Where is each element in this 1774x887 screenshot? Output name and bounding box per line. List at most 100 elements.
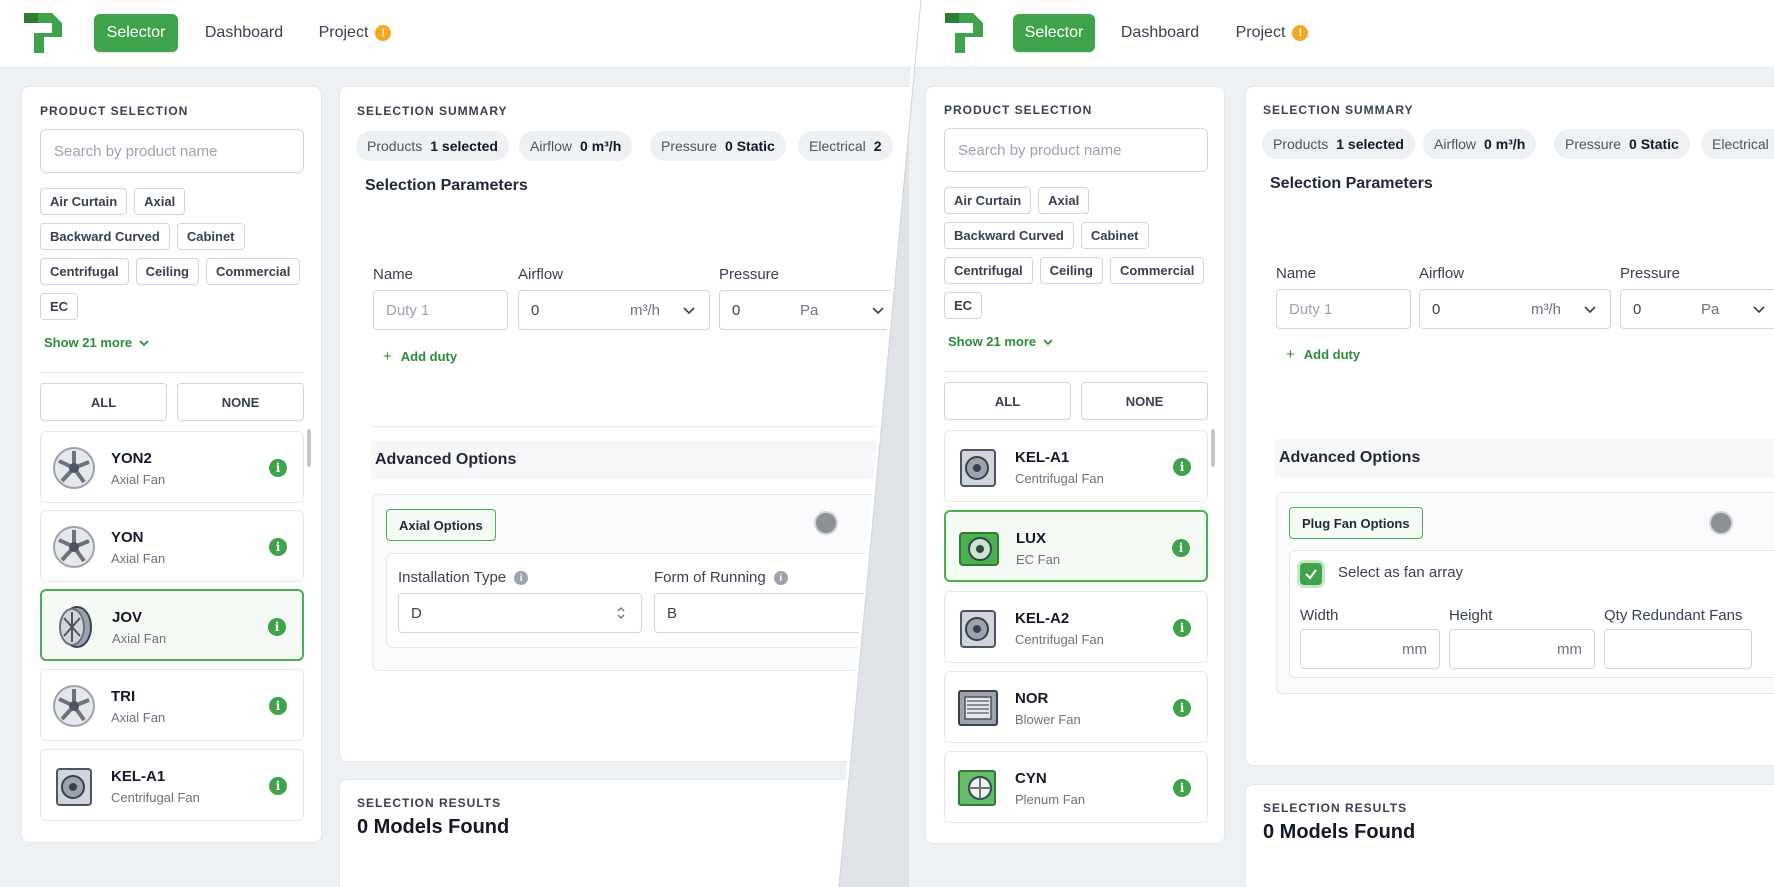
pressure-unit-select[interactable]: Pa bbox=[1701, 301, 1719, 318]
nav-project-link[interactable]: Project ! bbox=[1227, 14, 1317, 52]
plug-fan-options-tag[interactable]: Plug Fan Options bbox=[1289, 507, 1423, 539]
info-icon[interactable]: i bbox=[269, 538, 287, 556]
plug-fan-options-box: Plug Fan Options Select as fan array Wid… bbox=[1276, 492, 1774, 694]
product-list-scrollbar[interactable] bbox=[1211, 429, 1215, 467]
chip-cabinet[interactable]: Cabinet bbox=[176, 223, 245, 250]
duty-name-placeholder: Duty 1 bbox=[1289, 300, 1333, 318]
add-duty-button[interactable]: + Add duty bbox=[383, 348, 457, 365]
product-card-kel-a1[interactable]: KEL-A1 Centrifugal Fan i bbox=[40, 749, 304, 821]
pill-value: 1 selected bbox=[430, 138, 498, 154]
models-found-count: 0 Models Found bbox=[357, 816, 510, 838]
axial-fan-icon bbox=[53, 447, 95, 489]
chip-cabinet[interactable]: Cabinet bbox=[1080, 222, 1149, 249]
height-input[interactable]: mm bbox=[1449, 629, 1595, 669]
checkmark-icon bbox=[1305, 569, 1317, 580]
product-card-jov[interactable]: JOV Axial Fan i bbox=[40, 589, 304, 661]
selection-summary-title: SELECTION SUMMARY bbox=[357, 104, 508, 118]
pressure-input[interactable]: 0 Pa bbox=[719, 290, 899, 330]
product-card-yon[interactable]: YON Axial Fan i bbox=[40, 510, 304, 582]
options-toggle[interactable] bbox=[1709, 511, 1733, 535]
product-card-yon2[interactable]: YON2 Axial Fan i bbox=[40, 431, 304, 503]
pressure-unit-select[interactable]: Pa bbox=[800, 302, 818, 319]
product-name: YON2 bbox=[111, 450, 152, 467]
chip-air-curtain[interactable]: Air Curtain bbox=[944, 187, 1032, 214]
info-icon[interactable]: i bbox=[1173, 619, 1191, 637]
chip-backward-curved[interactable]: Backward Curved bbox=[944, 222, 1074, 249]
duty-name-input[interactable]: Duty 1 bbox=[1276, 289, 1411, 329]
show-more-link[interactable]: Show 21 more bbox=[948, 334, 1054, 349]
divider bbox=[40, 372, 304, 373]
select-all-button[interactable]: ALL bbox=[40, 383, 167, 421]
info-icon[interactable]: i bbox=[269, 459, 287, 477]
chip-centrifugal[interactable]: Centrifugal bbox=[40, 258, 129, 285]
nav-selector-button[interactable]: Selector bbox=[94, 14, 178, 52]
chip-ec[interactable]: EC bbox=[944, 292, 983, 319]
add-duty-button[interactable]: + Add duty bbox=[1286, 346, 1360, 363]
product-card-lux[interactable]: LUX EC Fan i bbox=[944, 510, 1208, 582]
width-input[interactable]: mm bbox=[1300, 629, 1440, 669]
duty-name-input[interactable]: Duty 1 bbox=[373, 290, 508, 330]
airflow-unit-select[interactable]: m³/h bbox=[1531, 301, 1561, 318]
help-icon[interactable]: i bbox=[773, 571, 788, 586]
info-icon[interactable]: i bbox=[1173, 458, 1191, 476]
product-card-kel-a1[interactable]: KEL-A1 Centrifugal Fan i bbox=[944, 430, 1208, 502]
options-toggle[interactable] bbox=[814, 511, 838, 535]
info-icon[interactable]: i bbox=[1173, 699, 1191, 717]
info-icon[interactable]: i bbox=[269, 697, 287, 715]
airflow-input[interactable]: 0 m³/h bbox=[518, 290, 710, 330]
qty-redundant-fans-input[interactable] bbox=[1604, 629, 1752, 669]
product-card-kel-a2[interactable]: KEL-A2 Centrifugal Fan i bbox=[944, 591, 1208, 663]
chip-axial[interactable]: Axial bbox=[1038, 187, 1090, 214]
help-icon[interactable]: i bbox=[514, 571, 529, 586]
product-card-tri[interactable]: TRI Axial Fan i bbox=[40, 669, 304, 741]
summary-products-pill: Products 1 selected bbox=[356, 131, 509, 161]
pill-label: Airflow bbox=[530, 138, 573, 154]
selection-parameters-title: Selection Parameters bbox=[1270, 175, 1433, 192]
select-all-button[interactable]: ALL bbox=[944, 382, 1071, 420]
show-more-link[interactable]: Show 21 more bbox=[44, 335, 150, 350]
chip-ceiling[interactable]: Ceiling bbox=[1039, 257, 1103, 284]
product-list-scrollbar[interactable] bbox=[307, 429, 311, 467]
project-warning-badge: ! bbox=[1292, 25, 1309, 41]
chip-air-curtain[interactable]: Air Curtain bbox=[40, 188, 128, 215]
chip-ceiling[interactable]: Ceiling bbox=[135, 258, 199, 285]
name-label: Name bbox=[373, 266, 414, 283]
advanced-options-header[interactable]: Advanced Options bbox=[371, 441, 911, 479]
axial-options-tag[interactable]: Axial Options bbox=[386, 509, 496, 541]
select-none-button[interactable]: NONE bbox=[177, 383, 304, 421]
airflow-unit-select[interactable]: m³/h bbox=[630, 302, 660, 319]
product-type: Plenum Fan bbox=[1015, 792, 1086, 807]
installation-type-value: D bbox=[411, 604, 422, 622]
info-icon[interactable]: i bbox=[1172, 539, 1190, 557]
product-search-input[interactable]: Search by product name bbox=[40, 129, 304, 173]
product-card-cyn[interactable]: CYN Plenum Fan i bbox=[944, 751, 1208, 823]
form-of-running-select[interactable]: B bbox=[654, 593, 898, 633]
pill-value: 0 m³/h bbox=[580, 138, 622, 154]
chip-axial[interactable]: Axial bbox=[134, 188, 186, 215]
product-search-input[interactable]: Search by product name bbox=[944, 128, 1208, 172]
airflow-label: Airflow bbox=[518, 266, 564, 283]
nav-selector-button[interactable]: Selector bbox=[1013, 14, 1095, 52]
chip-commercial[interactable]: Commercial bbox=[1109, 257, 1205, 284]
nav-project-link[interactable]: Project ! bbox=[310, 14, 400, 52]
fan-array-checkbox[interactable] bbox=[1300, 563, 1322, 585]
chip-commercial[interactable]: Commercial bbox=[205, 258, 301, 285]
advanced-options-header[interactable]: Advanced Options bbox=[1275, 439, 1774, 477]
pressure-input[interactable]: 0 Pa bbox=[1620, 289, 1774, 329]
airflow-input[interactable]: 0 m³/h bbox=[1419, 289, 1611, 329]
pill-label: Pressure bbox=[661, 138, 718, 154]
chip-backward-curved[interactable]: Backward Curved bbox=[40, 223, 170, 250]
pill-label: Pressure bbox=[1565, 136, 1622, 152]
info-icon[interactable]: i bbox=[268, 618, 286, 636]
nav-dashboard-link[interactable]: Dashboard bbox=[1112, 14, 1208, 52]
nav-dashboard-link[interactable]: Dashboard bbox=[196, 14, 292, 52]
select-none-button[interactable]: NONE bbox=[1081, 382, 1208, 420]
product-card-nor[interactable]: NOR Blower Fan i bbox=[944, 671, 1208, 743]
installation-type-select[interactable]: D bbox=[398, 593, 642, 633]
show-more-label: Show 21 more bbox=[948, 334, 1037, 349]
chip-ec[interactable]: EC bbox=[40, 293, 79, 320]
info-icon[interactable]: i bbox=[269, 777, 287, 795]
pill-value: 1 selected bbox=[1336, 136, 1404, 152]
chip-centrifugal[interactable]: Centrifugal bbox=[944, 257, 1033, 284]
info-icon[interactable]: i bbox=[1173, 779, 1191, 797]
